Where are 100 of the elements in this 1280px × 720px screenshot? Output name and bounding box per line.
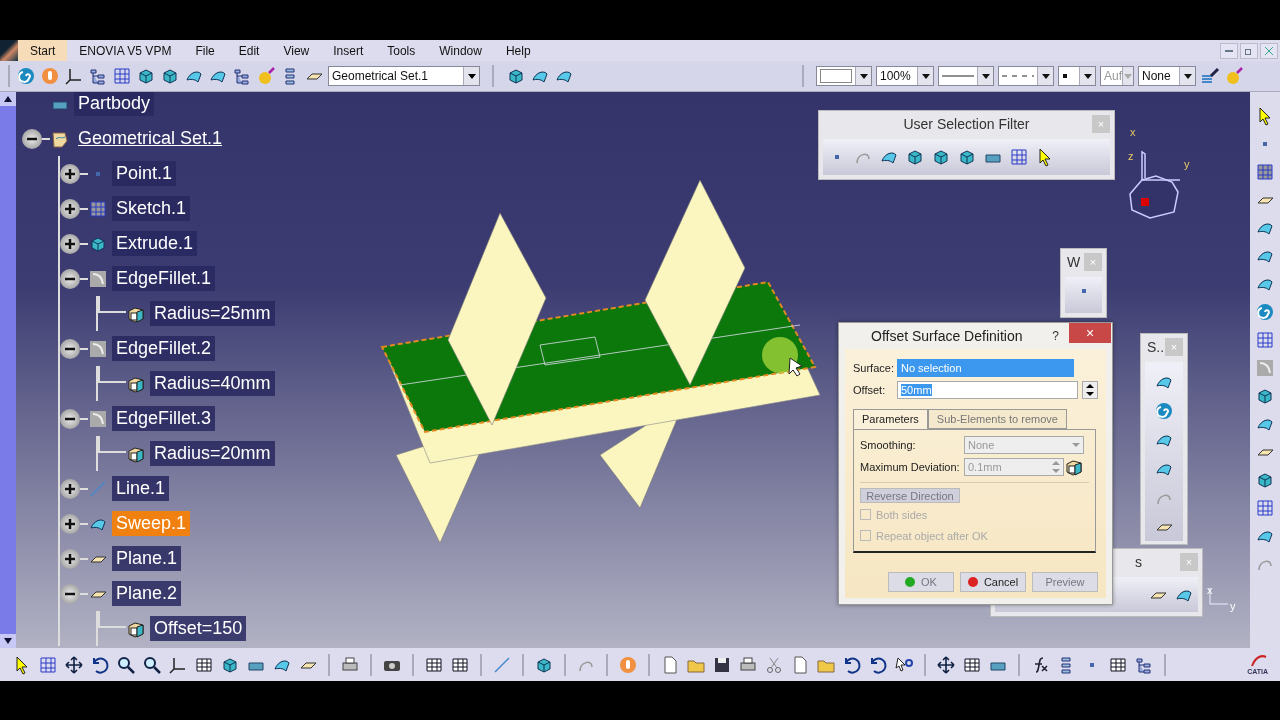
spin-button[interactable] [1082,381,1098,399]
grid-icon[interactable] [1255,498,1275,518]
checkbox-label: Repeat object after OK [876,529,988,542]
tree-icon[interactable] [232,66,252,86]
grid-icon[interactable] [38,654,58,675]
minimize-button[interactable] [1220,42,1238,59]
menu-item[interactable]: Edit [226,40,272,61]
brush-icon[interactable] [1200,66,1220,86]
property-combo[interactable] [1058,66,1096,86]
spiral-icon[interactable] [1154,401,1174,421]
tree-item[interactable]: Radius=40mm [150,371,275,396]
tree-item[interactable]: EdgeFillet.1 [112,266,216,291]
menu-item[interactable]: Insert [321,40,376,61]
tree-item[interactable]: Radius=20mm [150,441,275,466]
arrow-up-icon[interactable] [4,96,12,102]
collapse-toggle[interactable] [60,408,80,429]
help-button[interactable]: ? [1052,329,1059,343]
dropdown-arrow-icon [921,73,930,79]
field-label: Smoothing: [860,439,917,452]
menu-item[interactable]: View [271,40,322,61]
tree-item[interactable]: Partbody [74,92,155,116]
fillet-icon[interactable] [88,338,108,359]
restore-button[interactable] [1240,42,1258,59]
expand-toggle[interactable] [60,513,80,534]
tree-item[interactable]: Plane.1 [112,546,182,571]
tab[interactable]: Parameters [853,409,928,429]
app-logo[interactable] [0,40,18,61]
line-icon[interactable] [492,654,512,675]
menu-item[interactable]: Window [427,40,494,61]
panel-title: S.. [1147,339,1165,355]
expand-toggle[interactable] [60,198,80,219]
close-icon [1265,46,1273,55]
status-icon [967,577,978,587]
magnifier-icon[interactable] [142,654,162,675]
move-icon[interactable] [936,654,956,675]
tree-item[interactable]: Geometrical Set.1 [74,126,227,151]
point-style-icon [1062,73,1068,79]
tab[interactable]: Sub-Elements to remove [927,409,1067,429]
axis-label: y [1184,158,1190,170]
panel-title: User Selection Filter [903,116,1030,132]
plus-icon [64,517,76,530]
combo-value: 100% [880,69,911,83]
tree-item[interactable]: EdgeFillet.3 [112,406,216,431]
expand-toggle[interactable] [60,163,80,184]
sketch-icon[interactable] [88,198,108,219]
tree-item[interactable]: Line.1 [112,476,170,501]
sketch-icon[interactable] [1255,162,1275,182]
collapse-toggle[interactable] [60,268,80,289]
property-combo[interactable]: 100% [876,66,934,86]
panel-title: s [1135,554,1142,570]
grid-icon[interactable] [1009,147,1029,167]
axis-label: x [1130,126,1136,138]
collapse-toggle[interactable] [22,128,42,149]
sphere-icon[interactable] [1224,66,1244,86]
collapse-toggle[interactable] [60,338,80,359]
restore-icon [1245,46,1253,55]
grid-icon[interactable] [112,66,132,86]
arrow-up-icon [1086,384,1094,388]
tree-item[interactable]: Extrude.1 [112,231,198,256]
menu-item[interactable]: File [183,40,227,61]
spiral-icon[interactable] [16,66,36,86]
line-style-icon [942,74,974,78]
status-icon [905,577,916,587]
tree-item[interactable]: Offset=150 [150,616,247,641]
plus-icon [64,482,76,495]
close-button[interactable]: × [1069,323,1111,343]
geometrical-set-combo[interactable]: Geometrical Set.1 [328,66,480,86]
dropdown-arrow-icon [1083,73,1092,79]
sphere-icon[interactable] [256,66,276,86]
axes-icon[interactable] [64,66,84,86]
tree-icon[interactable] [88,66,108,86]
plus-icon [64,237,76,250]
collapse-toggle[interactable] [60,583,80,604]
expand-toggle[interactable] [60,548,80,569]
plus-icon [64,202,76,215]
tree-item[interactable]: EdgeFillet.2 [112,336,216,361]
fillet-icon[interactable] [88,268,108,289]
minimize-icon [1225,49,1233,52]
menu-item[interactable]: Help [493,40,543,61]
menu-item[interactable]: ENOVIA V5 VPM [67,40,184,61]
checkbox-label: Both sides [876,508,928,521]
menu-item[interactable]: Tools [375,40,428,61]
axis-drawing [1206,586,1230,608]
axis-label: y [1230,600,1236,612]
move-icon[interactable] [64,654,84,675]
dialog-button[interactable]: Cancel [960,572,1026,592]
magnifier-icon[interactable] [116,654,136,675]
spiral-icon[interactable] [1255,302,1275,322]
grid-icon[interactable] [1255,330,1275,350]
property-combo[interactable]: None [1138,66,1196,86]
expand-toggle[interactable] [60,233,80,254]
expand-toggle[interactable] [60,478,80,499]
scrollbar[interactable] [0,92,16,648]
menu-item[interactable]: Start [18,40,68,61]
tree-item[interactable]: Point.1 [112,161,177,186]
tree-item[interactable]: Radius=25mm [150,301,275,326]
arrow-down-icon[interactable] [4,638,12,644]
tree-item[interactable]: Plane.2 [112,581,182,606]
fillet-icon[interactable] [88,408,108,429]
tree-item[interactable]: Sketch.1 [112,196,191,221]
